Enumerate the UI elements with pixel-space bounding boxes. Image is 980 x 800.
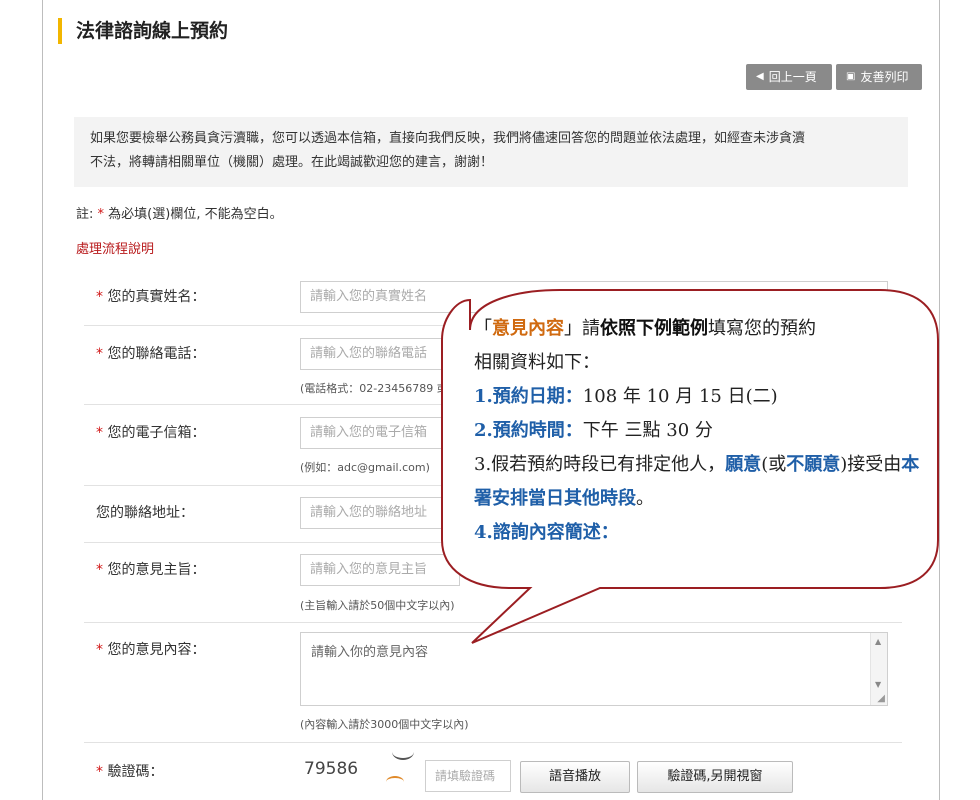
bubble-line-1: 「意見內容」請依照下例範例填寫您的預約 xyxy=(474,312,924,346)
bubble-item-3: 3.假若預約時段已有排定他人，願意(或不願意)接受由本署安排當日其他時段。 xyxy=(474,448,924,516)
item3-text-b: (或 xyxy=(761,454,787,475)
bubble-line-2: 相關資料如下： xyxy=(474,352,600,373)
item4-label: 4.諮詢內容簡述： xyxy=(474,522,619,543)
bubble-rest-text: 填寫您的預約 xyxy=(708,318,816,339)
item2-value: 下午 三點 30 分 xyxy=(582,420,713,441)
bubble-item-1: 1.預約日期：108 年 10 月 15 日(二) xyxy=(474,380,924,414)
bubble-highlight: 意見內容 xyxy=(492,318,564,339)
bubble-open-quote: 「 xyxy=(474,318,492,339)
item1-value: 108 年 10 月 15 日(二) xyxy=(582,386,778,407)
item2-label: 2.預約時間： xyxy=(474,420,583,441)
speech-bubble-text: 「意見內容」請依照下例範例填寫您的預約 相關資料如下： 1.預約日期：108 年… xyxy=(474,312,924,550)
item3-text-a: 3.假若預約時段已有排定他人， xyxy=(474,454,726,475)
item3-end: 。 xyxy=(636,488,654,509)
item3-text-c: )接受由 xyxy=(840,454,902,475)
bubble-close-quote: 」請 xyxy=(564,318,600,339)
bubble-item-2: 2.預約時間：下午 三點 30 分 xyxy=(474,414,924,448)
bubble-item-4: 4.諮詢內容簡述： xyxy=(474,516,924,550)
bubble-bold-text: 依照下例範例 xyxy=(600,318,708,339)
item3-unwilling: 不願意 xyxy=(786,454,841,475)
item1-label: 1.預約日期： xyxy=(474,386,583,407)
item3-willing: 願意 xyxy=(725,454,762,475)
